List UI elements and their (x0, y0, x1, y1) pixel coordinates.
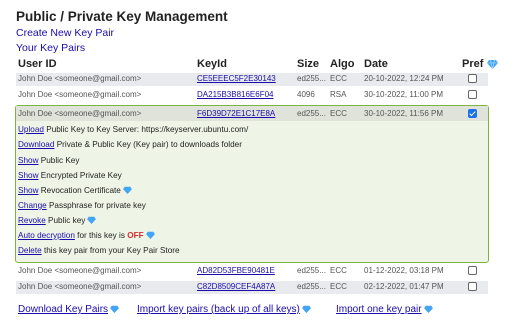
row-key-id-link[interactable]: F6D39D72E1C17E8A (197, 109, 275, 118)
import-one-key-pair-link[interactable]: Import one key pair (336, 304, 422, 315)
show-revocation-link[interactable]: Show (18, 186, 38, 195)
table-row[interactable]: John Doe <someone@gmail.com> C82D8509CEF… (16, 281, 488, 294)
row-date: 01-12-2022, 03:18 PM (364, 266, 444, 275)
auto-decryption-state: OFF (127, 231, 144, 240)
row-key-id-link[interactable]: DA215B3B816E6F04 (197, 90, 274, 99)
row-key-id-link[interactable]: CE5EEEC5F2E30143 (197, 74, 276, 83)
row-algo: ECC (330, 266, 347, 275)
gem-icon (145, 231, 155, 239)
header-user-id: User ID (18, 58, 57, 70)
your-key-pairs-link[interactable]: Your Key Pairs (16, 42, 85, 54)
action-show-public: Show Public Key (18, 156, 80, 165)
footer-download: Download Key Pairs (18, 304, 119, 315)
row-date: 30-10-2022, 11:00 PM (364, 90, 444, 99)
row-date: 02-12-2022, 01:47 PM (364, 282, 444, 291)
row-user-id: John Doe <someone@gmail.com> (18, 90, 142, 99)
row-size: ed255... (297, 74, 326, 83)
gem-icon (487, 59, 498, 69)
header-pref: Pref (462, 58, 484, 70)
header-key-id: KeyId (197, 58, 227, 70)
table-row[interactable]: John Doe <someone@gmail.com> AD82D53FBE9… (16, 265, 488, 278)
download-key-pairs-link[interactable]: Download Key Pairs (18, 304, 108, 315)
gem-icon (423, 305, 433, 313)
row-size: 4096 (297, 90, 315, 99)
show-public-key-link[interactable]: Show (18, 156, 38, 165)
action-upload: Upload Public Key to Key Server: https:/… (18, 125, 249, 134)
table-row[interactable]: John Doe <someone@gmail.com> CE5EEEC5F2E… (16, 73, 488, 86)
import-backup-link[interactable]: Import key pairs (back up of all keys) (137, 304, 300, 315)
gem-icon (301, 305, 311, 313)
delete-link[interactable]: Delete (18, 246, 42, 255)
gem-icon (87, 216, 97, 224)
action-download: Download Private & Public Key (Key pair)… (18, 140, 242, 149)
action-revoke: Revoke Public key (18, 216, 97, 225)
pref-checkbox[interactable] (468, 282, 477, 291)
change-passphrase-link[interactable]: Change (18, 201, 47, 210)
row-user-id: John Doe <someone@gmail.com> (18, 282, 142, 291)
row-size: ed255... (297, 109, 326, 118)
header-date: Date (364, 58, 388, 70)
header-size: Size (297, 58, 320, 70)
row-user-id: John Doe <someone@gmail.com> (18, 74, 142, 83)
row-key-id-link[interactable]: AD82D53FBE90481E (197, 266, 275, 275)
row-date: 30-10-2022, 11:56 PM (364, 109, 444, 118)
table-row[interactable]: John Doe <someone@gmail.com> DA215B3B816… (16, 89, 488, 102)
action-show-revocation: Show Revocation Certificate (18, 186, 132, 195)
pref-checkbox-checked[interactable] (468, 109, 477, 118)
row-algo: ECC (330, 282, 347, 291)
footer-import-backup: Import key pairs (back up of all keys) (137, 304, 311, 315)
show-encrypted-key-link[interactable]: Show (18, 171, 38, 180)
upload-link[interactable]: Upload (18, 125, 44, 134)
download-link[interactable]: Download (18, 140, 54, 149)
pref-checkbox[interactable] (468, 266, 477, 275)
row-date: 20-10-2022, 12:24 PM (364, 74, 444, 83)
pref-checkbox[interactable] (468, 90, 477, 99)
header-algo: Algo (330, 58, 355, 70)
revoke-link[interactable]: Revoke (18, 216, 46, 225)
footer-import-one: Import one key pair (336, 304, 433, 315)
create-key-pair-link[interactable]: Create New Key Pair (16, 27, 114, 39)
auto-decryption-link[interactable]: Auto decryption (18, 231, 75, 240)
row-size: ed255... (297, 282, 326, 291)
action-auto-decryption: Auto decryption for this key is OFF (18, 231, 155, 240)
row-size: ed255... (297, 266, 326, 275)
page-title: Public / Private Key Management (16, 9, 228, 24)
row-user-id: John Doe <someone@gmail.com> (18, 266, 142, 275)
row-user-id: John Doe <someone@gmail.com> (18, 109, 142, 118)
selected-table-row[interactable]: John Doe <someone@gmail.com> F6D39D72E1C… (16, 106, 488, 121)
action-delete: Delete this key pair from your Key Pair … (18, 246, 180, 255)
row-key-id-link[interactable]: C82D8509CEF4A87A (197, 282, 275, 291)
gem-icon (122, 186, 132, 194)
action-change-passphrase: Change Passphrase for private key (18, 201, 146, 210)
row-algo: ECC (330, 74, 347, 83)
gem-icon (110, 305, 119, 313)
action-show-encrypted: Show Encrypted Private Key (18, 171, 122, 180)
pref-checkbox[interactable] (468, 74, 477, 83)
row-algo: ECC (330, 109, 347, 118)
row-algo: RSA (330, 90, 347, 99)
